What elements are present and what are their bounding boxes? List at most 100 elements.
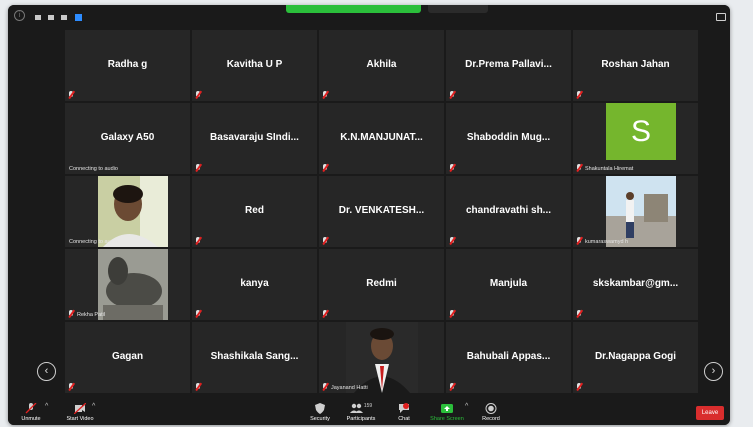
participant-tile[interactable]: S Shakuntala Hiremat — [573, 103, 698, 174]
participant-name: Akhila — [366, 59, 397, 70]
participant-tile[interactable]: kanya — [192, 249, 317, 320]
participant-tile[interactable]: Redmi — [319, 249, 444, 320]
gallery-view-icon[interactable] — [75, 14, 82, 21]
share-screen-label: Share Screen — [430, 416, 464, 422]
audio-options-caret[interactable]: ^ — [45, 403, 48, 410]
muted-mic-icon — [322, 164, 328, 172]
muted-mic-icon — [195, 310, 201, 318]
chat-label: Chat — [398, 416, 410, 422]
chat-button[interactable]: Chat — [396, 403, 412, 422]
shield-icon — [315, 403, 325, 414]
meeting-toolbar: Unmute ^ Start Video ^ Security 159 Part… — [8, 400, 730, 425]
participant-tile[interactable]: Shashikala Sang... — [192, 322, 317, 393]
participant-tile[interactable]: Manjula — [446, 249, 571, 320]
participant-tile[interactable]: Rekha Patil — [65, 249, 190, 320]
minimize-icon[interactable] — [35, 15, 41, 20]
video-options-caret[interactable]: ^ — [92, 403, 95, 410]
participants-button[interactable]: 159 Participants — [343, 403, 379, 422]
participant-name: Red — [245, 205, 264, 216]
video-off-icon — [74, 403, 86, 414]
muted-mic-icon — [449, 237, 455, 245]
record-icon — [485, 403, 497, 414]
muted-mic-icon — [576, 237, 582, 245]
participant-tile[interactable]: Kavitha U P — [192, 30, 317, 101]
leave-button[interactable]: Leave — [696, 406, 724, 420]
participant-tile[interactable]: chandravathi sh... — [446, 176, 571, 247]
participant-tile[interactable]: kumaraswamyd h — [573, 176, 698, 247]
share-screen-icon — [441, 404, 453, 413]
muted-mic-icon — [25, 403, 37, 414]
info-icon[interactable]: i — [14, 10, 25, 21]
muted-mic-icon — [449, 310, 455, 318]
participant-tile[interactable]: K.N.MANJUNAT... — [319, 103, 444, 174]
participant-tile[interactable]: Dr.Prema Pallavi... — [446, 30, 571, 101]
record-button[interactable]: Record — [480, 403, 502, 422]
participant-name: Basavaraju SIndi... — [210, 132, 299, 143]
participant-name: Manjula — [489, 278, 528, 289]
speaker-view-icon[interactable] — [61, 15, 67, 20]
participant-name: Dr.Prema Pallavi... — [465, 59, 552, 70]
participant-name: Dr. VENKATESH... — [338, 205, 425, 216]
participant-name: Dr.Nagappa Gogi — [594, 351, 677, 362]
fullscreen-icon[interactable] — [716, 13, 726, 21]
participant-name: K.N.MANJUNAT... — [340, 132, 423, 143]
muted-mic-icon — [68, 383, 74, 391]
chat-notification-badge — [403, 403, 409, 409]
participant-name: skskambar@gm... — [592, 278, 679, 289]
participant-tile[interactable]: Shaboddin Mug... — [446, 103, 571, 174]
muted-mic-icon — [68, 310, 74, 318]
participant-name: chandravathi sh... — [465, 205, 552, 216]
participant-status: Connecting to audio — [69, 166, 118, 172]
muted-mic-icon — [322, 91, 328, 99]
participant-name: Kavitha U P — [226, 59, 283, 70]
participant-tile[interactable]: Red — [192, 176, 317, 247]
share-screen-button[interactable]: Share Screen — [428, 403, 466, 422]
participant-label: Jayanand Hatti — [331, 385, 368, 391]
security-button[interactable]: Security — [308, 403, 332, 422]
start-video-label: Start Video — [66, 416, 94, 422]
next-page-button[interactable]: › — [704, 362, 723, 381]
previous-page-button[interactable]: ‹ — [37, 362, 56, 381]
participants-count: 159 — [363, 403, 373, 409]
participant-tile[interactable]: skskambar@gm... — [573, 249, 698, 320]
participant-tile[interactable]: Gagan — [65, 322, 190, 393]
participant-video — [98, 176, 168, 247]
view-icon[interactable] — [48, 15, 54, 20]
top-bar: i — [8, 5, 730, 25]
participant-video — [98, 249, 168, 320]
muted-mic-icon — [449, 91, 455, 99]
muted-mic-icon — [576, 310, 582, 318]
participant-tile[interactable]: Jayanand Hatti — [319, 322, 444, 393]
muted-mic-icon — [576, 383, 582, 391]
unmute-label: Unmute — [21, 416, 41, 422]
view-options[interactable] — [428, 5, 488, 13]
muted-mic-icon — [576, 164, 582, 172]
participant-name: Bahubali Appas... — [466, 351, 551, 362]
participant-tile[interactable]: Akhila — [319, 30, 444, 101]
participant-tile[interactable]: Connecting to audio — [65, 176, 190, 247]
participant-label: Shakuntala Hiremat — [585, 166, 634, 172]
participant-tile[interactable]: Bahubali Appas... — [446, 322, 571, 393]
security-label: Security — [310, 416, 330, 422]
participant-tile[interactable]: Galaxy A50 Connecting to audio — [65, 103, 190, 174]
unmute-button[interactable]: Unmute — [18, 403, 44, 422]
muted-mic-icon — [195, 237, 201, 245]
muted-mic-icon — [195, 91, 201, 99]
participant-tile[interactable]: Basavaraju SIndi... — [192, 103, 317, 174]
participant-name: Radha g — [107, 59, 148, 70]
muted-mic-icon — [195, 383, 201, 391]
participant-tile[interactable]: Dr. VENKATESH... — [319, 176, 444, 247]
participant-label: Rekha Patil — [77, 312, 106, 318]
record-label: Record — [482, 416, 500, 422]
participant-name: Galaxy A50 — [100, 132, 155, 143]
participant-status: Connecting to audio — [69, 239, 118, 245]
muted-mic-icon — [449, 383, 455, 391]
avatar: S — [606, 103, 676, 160]
participant-tile[interactable]: Dr.Nagappa Gogi — [573, 322, 698, 393]
share-options-caret[interactable]: ^ — [465, 403, 468, 410]
participant-tile[interactable]: Roshan Jahan — [573, 30, 698, 101]
participant-tile[interactable]: Radha g — [65, 30, 190, 101]
share-bar[interactable] — [286, 5, 421, 13]
participants-icon — [349, 403, 363, 413]
muted-mic-icon — [195, 164, 201, 172]
